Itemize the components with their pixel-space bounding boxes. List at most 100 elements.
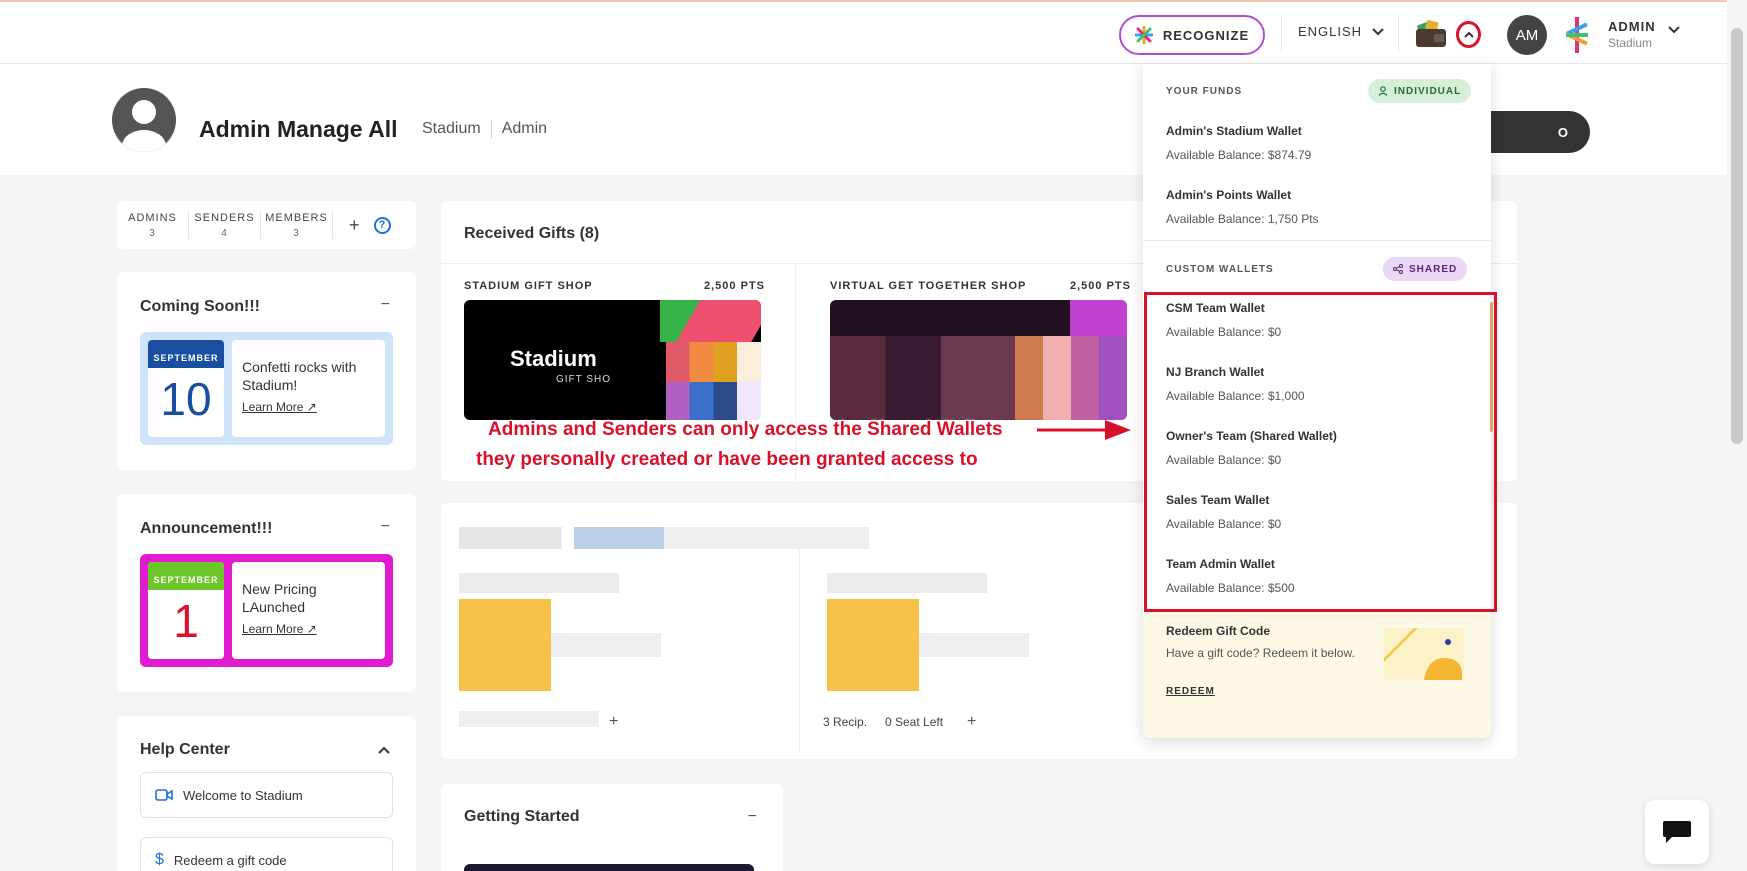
annotation-text: Admins and Senders can only access the S… (476, 415, 1003, 475)
divider (799, 543, 800, 753)
blurred-row (459, 527, 869, 549)
redeem-link[interactable]: REDEEM (1166, 686, 1215, 697)
section-label: CUSTOM WALLETS (1166, 264, 1274, 275)
divider (1143, 240, 1491, 241)
senders-count[interactable]: SENDERS 4 (189, 211, 261, 239)
recognize-button[interactable]: RECOGNIZE (1119, 15, 1265, 55)
card-title: Getting Started (464, 808, 580, 825)
pixelated-region (459, 599, 551, 691)
learn-more-link[interactable]: Learn More ↗ (242, 400, 317, 414)
shop-points: 2,500 PTS (1070, 280, 1131, 292)
redeem-title: Redeem Gift Code (1166, 624, 1271, 638)
calendar-day: 1 (173, 595, 199, 647)
page-title: Admin Manage All (199, 116, 398, 142)
count-value: 3 (293, 227, 300, 239)
avatar[interactable]: AM (1507, 15, 1547, 55)
card-title: Help Center (140, 741, 230, 758)
event-info: Confetti rocks with Stadium! Learn More … (232, 340, 385, 437)
count-label: SENDERS (194, 211, 255, 224)
count-value: 3 (149, 227, 156, 239)
chat-button[interactable] (1645, 800, 1709, 864)
help-center-card: Help Center Welcome to Stadium $ Redeem … (117, 716, 416, 871)
badge-label: SHARED (1409, 263, 1458, 275)
profile-tags: Stadium Admin (412, 120, 557, 138)
event-box: SEPTEMBER 10 Confetti rocks with Stadium… (140, 332, 393, 445)
calendar-day: 10 (160, 373, 212, 425)
wallet-name: Admin's Points Wallet (1166, 188, 1292, 202)
wallet-icon[interactable] (1414, 19, 1448, 49)
individual-badge: INDIVIDUAL (1368, 79, 1472, 103)
page-scrollbar[interactable] (1731, 28, 1743, 444)
blurred-row (919, 633, 1029, 657)
wallet-name: Admin's Stadium Wallet (1166, 124, 1302, 138)
color-block (1070, 300, 1127, 336)
section-label: YOUR FUNDS (1166, 86, 1243, 97)
add-icon[interactable]: + (967, 713, 976, 731)
user-org: Stadium (1608, 36, 1653, 50)
calendar-icon: SEPTEMBER 1 (148, 562, 224, 659)
shop-points: 2,500 PTS (704, 280, 765, 292)
blurred-row (551, 633, 661, 657)
badge-label: INDIVIDUAL (1394, 85, 1462, 97)
arrow-right-icon (1037, 420, 1131, 440)
chevron-up-icon[interactable] (378, 746, 390, 754)
stadium-logo-icon (1566, 17, 1588, 53)
members-count[interactable]: MEMBERS 3 (261, 211, 333, 239)
card-title: Received Gifts (8) (464, 225, 600, 242)
card-title: Announcement!!! (140, 520, 273, 537)
learn-more-link[interactable]: Learn More ↗ (242, 622, 317, 636)
card-title: Coming Soon!!! (140, 298, 260, 315)
chat-icon (1663, 821, 1691, 843)
highlight-box (1144, 292, 1497, 612)
collapse-icon[interactable]: − (381, 296, 390, 314)
collapse-icon[interactable]: − (748, 808, 757, 826)
redeem-gift-code-section: Redeem Gift Code Have a gift code? Redee… (1143, 612, 1491, 738)
gift-code-illustration (1384, 628, 1464, 680)
sparkle-icon (1134, 26, 1153, 44)
link-label: Learn More (242, 622, 304, 636)
event-text: New Pricing LAunched (242, 581, 317, 615)
user-name[interactable]: ADMIN (1608, 19, 1656, 34)
announcement-card: Announcement!!! − SEPTEMBER 1 New Pricin… (117, 494, 416, 692)
blurred-row (459, 573, 619, 593)
link-label: Learn More (242, 400, 304, 414)
help-item-label: Redeem a gift code (173, 852, 287, 868)
shop-logo-text: Stadium (510, 346, 597, 371)
seats-left: 0 Seat Left (885, 715, 944, 729)
add-member-icon[interactable]: + (349, 215, 360, 236)
gift-illustration-icon (1384, 628, 1462, 680)
help-item-label: Welcome to Stadium (183, 787, 303, 803)
getting-started-card: Getting Started − (441, 784, 783, 871)
language-selector[interactable]: ENGLISH (1298, 24, 1384, 39)
redeem-subtitle: Have a gift code? Redeem it below. (1166, 646, 1355, 660)
help-item-redeem[interactable]: $ Redeem a gift code (140, 837, 393, 871)
help-icon[interactable]: ? (373, 216, 391, 234)
top-bar: RECOGNIZE ENGLISH AM ADMIN Stadium (0, 0, 1747, 64)
virtual-shop-image[interactable] (830, 300, 1127, 420)
shop-name: VIRTUAL GET TOGETHER SHOP (830, 280, 1027, 292)
collapse-icon[interactable]: − (381, 518, 390, 536)
pixelated-region (1015, 336, 1127, 420)
stadium-gift-shop-image[interactable]: Stadium GIFT SHO (464, 300, 761, 420)
user-silhouette-icon (122, 100, 166, 152)
calendar-month: SEPTEMBER (148, 340, 224, 368)
count-label: ADMINS (128, 211, 177, 224)
count-value: 4 (221, 227, 228, 239)
divider (1398, 16, 1399, 52)
admins-count[interactable]: ADMINS 3 (117, 211, 189, 239)
language-label: ENGLISH (1298, 24, 1363, 39)
recipients-count: 3 Recip. (823, 715, 868, 729)
chevron-down-icon (1372, 27, 1384, 35)
pixelated-region (830, 336, 1015, 420)
add-icon[interactable]: + (609, 713, 618, 731)
header-action-label: O (1557, 124, 1568, 140)
calendar-icon: SEPTEMBER 10 (148, 340, 224, 437)
shared-badge: SHARED (1383, 257, 1468, 281)
chevron-down-icon[interactable] (1668, 26, 1680, 34)
annotation-line: Admins and Senders can only access the S… (488, 419, 1003, 440)
wallet-balance: Available Balance: $874.79 (1166, 148, 1312, 162)
wallet-balance: Available Balance: 1,750 Pts (1166, 212, 1319, 226)
wallet-dropdown-toggle[interactable] (1456, 21, 1481, 48)
annotation-line: they personally created or have been gra… (476, 449, 978, 470)
help-item-welcome[interactable]: Welcome to Stadium (140, 772, 393, 818)
